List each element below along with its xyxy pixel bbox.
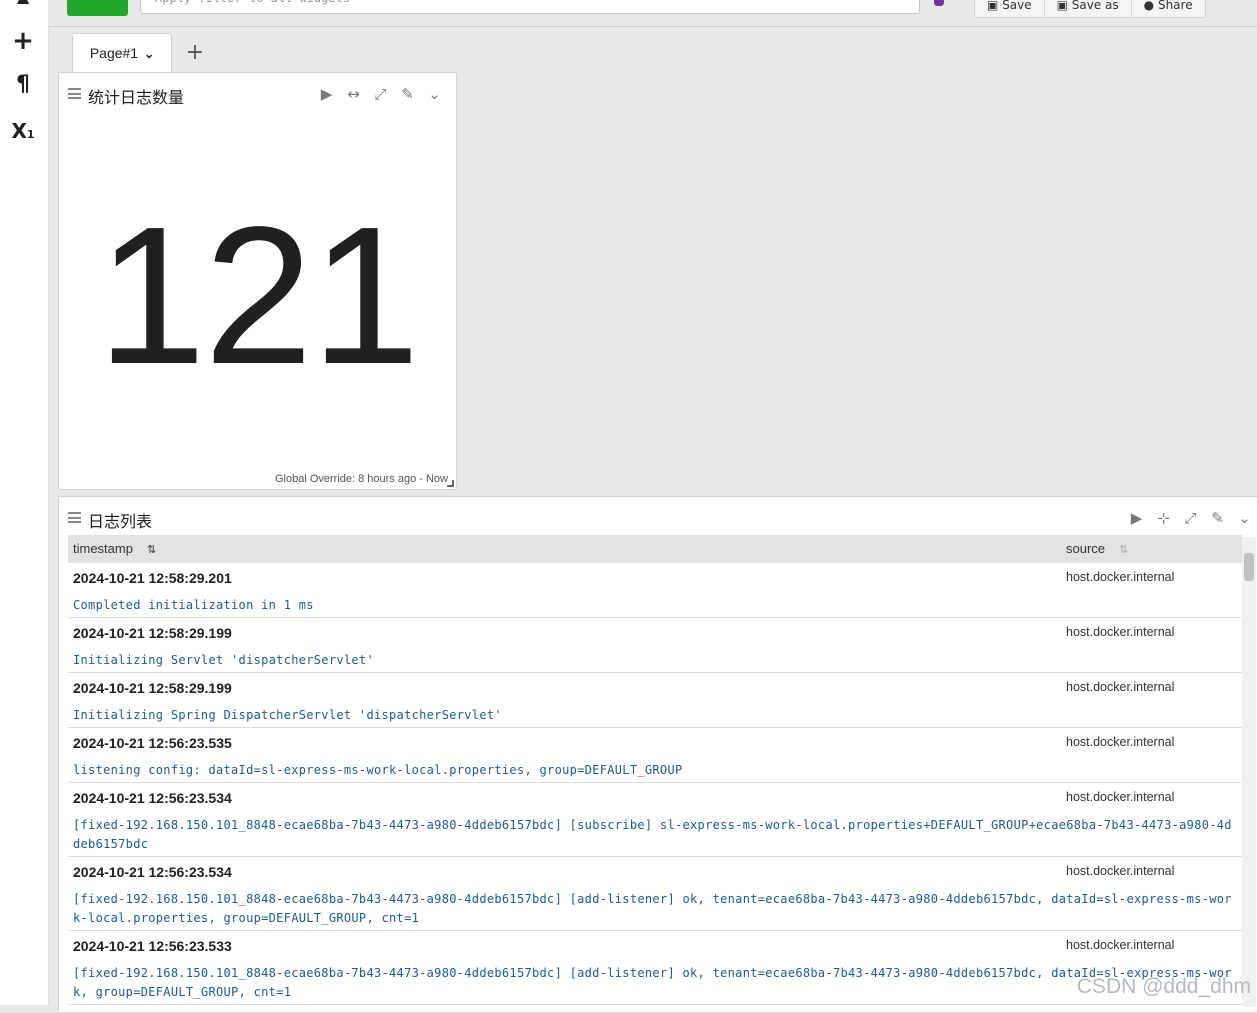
row-message: Completed initialization in 1 ms <box>73 598 314 612</box>
save-button-group: ▣ Save ▣ Save as ● Share <box>974 0 1206 18</box>
edit-icon[interactable]: ✎ <box>394 85 421 103</box>
widget-actions: ▶ ⊹ ⤢ ✎ ⌄ <box>1123 509 1257 527</box>
row-source: host.docker.internal <box>1066 625 1175 639</box>
row-message: Initializing Servlet 'dispatcherServlet' <box>73 653 374 667</box>
chevron-down-icon[interactable]: ⌄ <box>144 35 154 73</box>
tab-label: Page#1 <box>89 45 139 61</box>
row-message: [fixed-192.168.150.101_8848-ecae68ba-7b4… <box>73 966 1232 999</box>
chevron-down-icon[interactable]: ⌄ <box>421 85 448 103</box>
row-source: host.docker.internal <box>1066 864 1175 878</box>
count-value: 121 <box>96 186 420 405</box>
chevron-down-icon[interactable]: ⌄ <box>1231 509 1257 527</box>
column-label: timestamp <box>73 541 133 556</box>
row-timestamp: 2024-10-21 12:56:23.533 <box>73 938 232 954</box>
share-label: Share <box>1157 0 1193 12</box>
widget-title: 日志列表 <box>88 512 153 531</box>
table-row[interactable]: 2024-10-21 12:56:23.533 host.docker.inte… <box>68 931 1242 1005</box>
widget-title: 统计日志数量 <box>88 88 185 107</box>
run-search-button[interactable] <box>67 0 128 16</box>
save-as-label: Save as <box>1071 0 1119 12</box>
widget-header: 统计日志数量 ▶ ↔ ⤢ ✎ ⌄ <box>59 73 456 113</box>
column-header-timestamp[interactable]: timestamp ⇅ <box>73 535 156 564</box>
row-source: host.docker.internal <box>1066 938 1175 952</box>
subscript-icon[interactable]: X1 <box>0 118 46 148</box>
maximize-icon[interactable]: ⤢ <box>1177 509 1204 527</box>
scrollbar[interactable] <box>1242 537 1256 1007</box>
widget-log-list: 日志列表 ▶ ⊹ ⤢ ✎ ⌄ timestamp ⇅ source ⇅ 2024-1… <box>58 496 1257 1013</box>
maximize-icon[interactable]: ⤢ <box>367 85 394 103</box>
log-table-body: 2024-10-21 12:58:29.201 host.docker.inte… <box>68 563 1242 1005</box>
row-timestamp: 2024-10-21 12:56:23.534 <box>73 864 232 880</box>
column-header-source[interactable]: source ⇅ <box>1066 535 1128 564</box>
row-timestamp: 2024-10-21 12:56:23.534 <box>73 790 232 806</box>
time-range-footer: Global Override: 8 hours ago - Now <box>274 473 448 485</box>
widget-log-count: 统计日志数量 ▶ ↔ ⤢ ✎ ⌄ 121 Global Override: 8 … <box>58 72 457 490</box>
save-button[interactable]: ▣ Save <box>975 0 1045 17</box>
top-toolbar: Apply filter to all widgets ▣ Save ▣ Sav… <box>48 0 1257 27</box>
sort-icon[interactable]: ⇅ <box>1119 544 1128 556</box>
save-as-button[interactable]: ▣ Save as <box>1045 0 1132 17</box>
tab-page-1[interactable]: Page#1 ⌄ <box>72 33 172 72</box>
save-label: Save <box>1002 0 1032 12</box>
row-source: host.docker.internal <box>1066 735 1175 749</box>
row-timestamp: 2024-10-21 12:58:29.199 <box>73 680 232 696</box>
row-message: Initializing Spring DispatcherServlet 'd… <box>73 708 502 722</box>
tool-icon-top[interactable]: ▲ <box>0 0 46 5</box>
row-source: host.docker.internal <box>1066 790 1175 804</box>
lightbulb-icon[interactable] <box>934 0 944 6</box>
row-timestamp: 2024-10-21 12:58:29.201 <box>73 570 232 586</box>
play-icon[interactable]: ▶ <box>313 85 340 103</box>
row-timestamp: 2024-10-21 12:58:29.199 <box>73 625 232 641</box>
table-row[interactable]: 2024-10-21 12:58:29.199 host.docker.inte… <box>68 618 1242 673</box>
table-row[interactable]: 2024-10-21 12:58:29.199 host.docker.inte… <box>68 673 1242 728</box>
table-header: timestamp ⇅ source ⇅ <box>68 535 1242 563</box>
widget-header: 日志列表 ▶ ⊹ ⤢ ✎ ⌄ <box>59 497 1257 537</box>
scrollbar-thumb[interactable] <box>1244 553 1254 581</box>
row-message: listening config: dataId=sl-express-ms-w… <box>73 763 683 777</box>
share-button[interactable]: ● Share <box>1132 0 1205 17</box>
edit-icon[interactable]: ✎ <box>1204 509 1231 527</box>
sort-desc-icon[interactable]: ⇅ <box>147 544 156 556</box>
row-message: [fixed-192.168.150.101_8848-ecae68ba-7b4… <box>73 892 1232 925</box>
expand-width-icon[interactable]: ↔ <box>340 85 367 103</box>
plus-icon[interactable]: + <box>0 28 46 54</box>
drag-handle-icon[interactable] <box>68 512 81 523</box>
table-row[interactable]: 2024-10-21 12:56:23.534 host.docker.inte… <box>68 783 1242 857</box>
row-source: host.docker.internal <box>1066 680 1175 694</box>
shrink-icon[interactable]: ⊹ <box>1150 509 1177 527</box>
row-message: [fixed-192.168.150.101_8848-ecae68ba-7b4… <box>73 818 1232 851</box>
resize-handle-icon[interactable] <box>447 480 454 487</box>
add-page-icon[interactable]: + <box>184 40 206 66</box>
table-row[interactable]: 2024-10-21 12:56:23.534 host.docker.inte… <box>68 857 1242 931</box>
pilcrow-icon[interactable]: ¶ <box>0 72 46 98</box>
column-label: source <box>1066 541 1106 556</box>
watermark: CSDN @ddd_dhm <box>1076 975 1251 998</box>
drag-handle-icon[interactable] <box>68 88 81 99</box>
widget-actions: ▶ ↔ ⤢ ✎ ⌄ <box>313 85 448 103</box>
table-row[interactable]: 2024-10-21 12:56:23.535 host.docker.inte… <box>68 728 1242 783</box>
row-source: host.docker.internal <box>1066 570 1175 584</box>
tool-rail: ▲ + ¶ X1 <box>0 0 49 1005</box>
row-timestamp: 2024-10-21 12:56:23.535 <box>73 735 232 751</box>
play-icon[interactable]: ▶ <box>1123 509 1150 527</box>
table-row[interactable]: 2024-10-21 12:58:29.201 host.docker.inte… <box>68 563 1242 618</box>
filter-input[interactable]: Apply filter to all widgets <box>140 0 920 14</box>
